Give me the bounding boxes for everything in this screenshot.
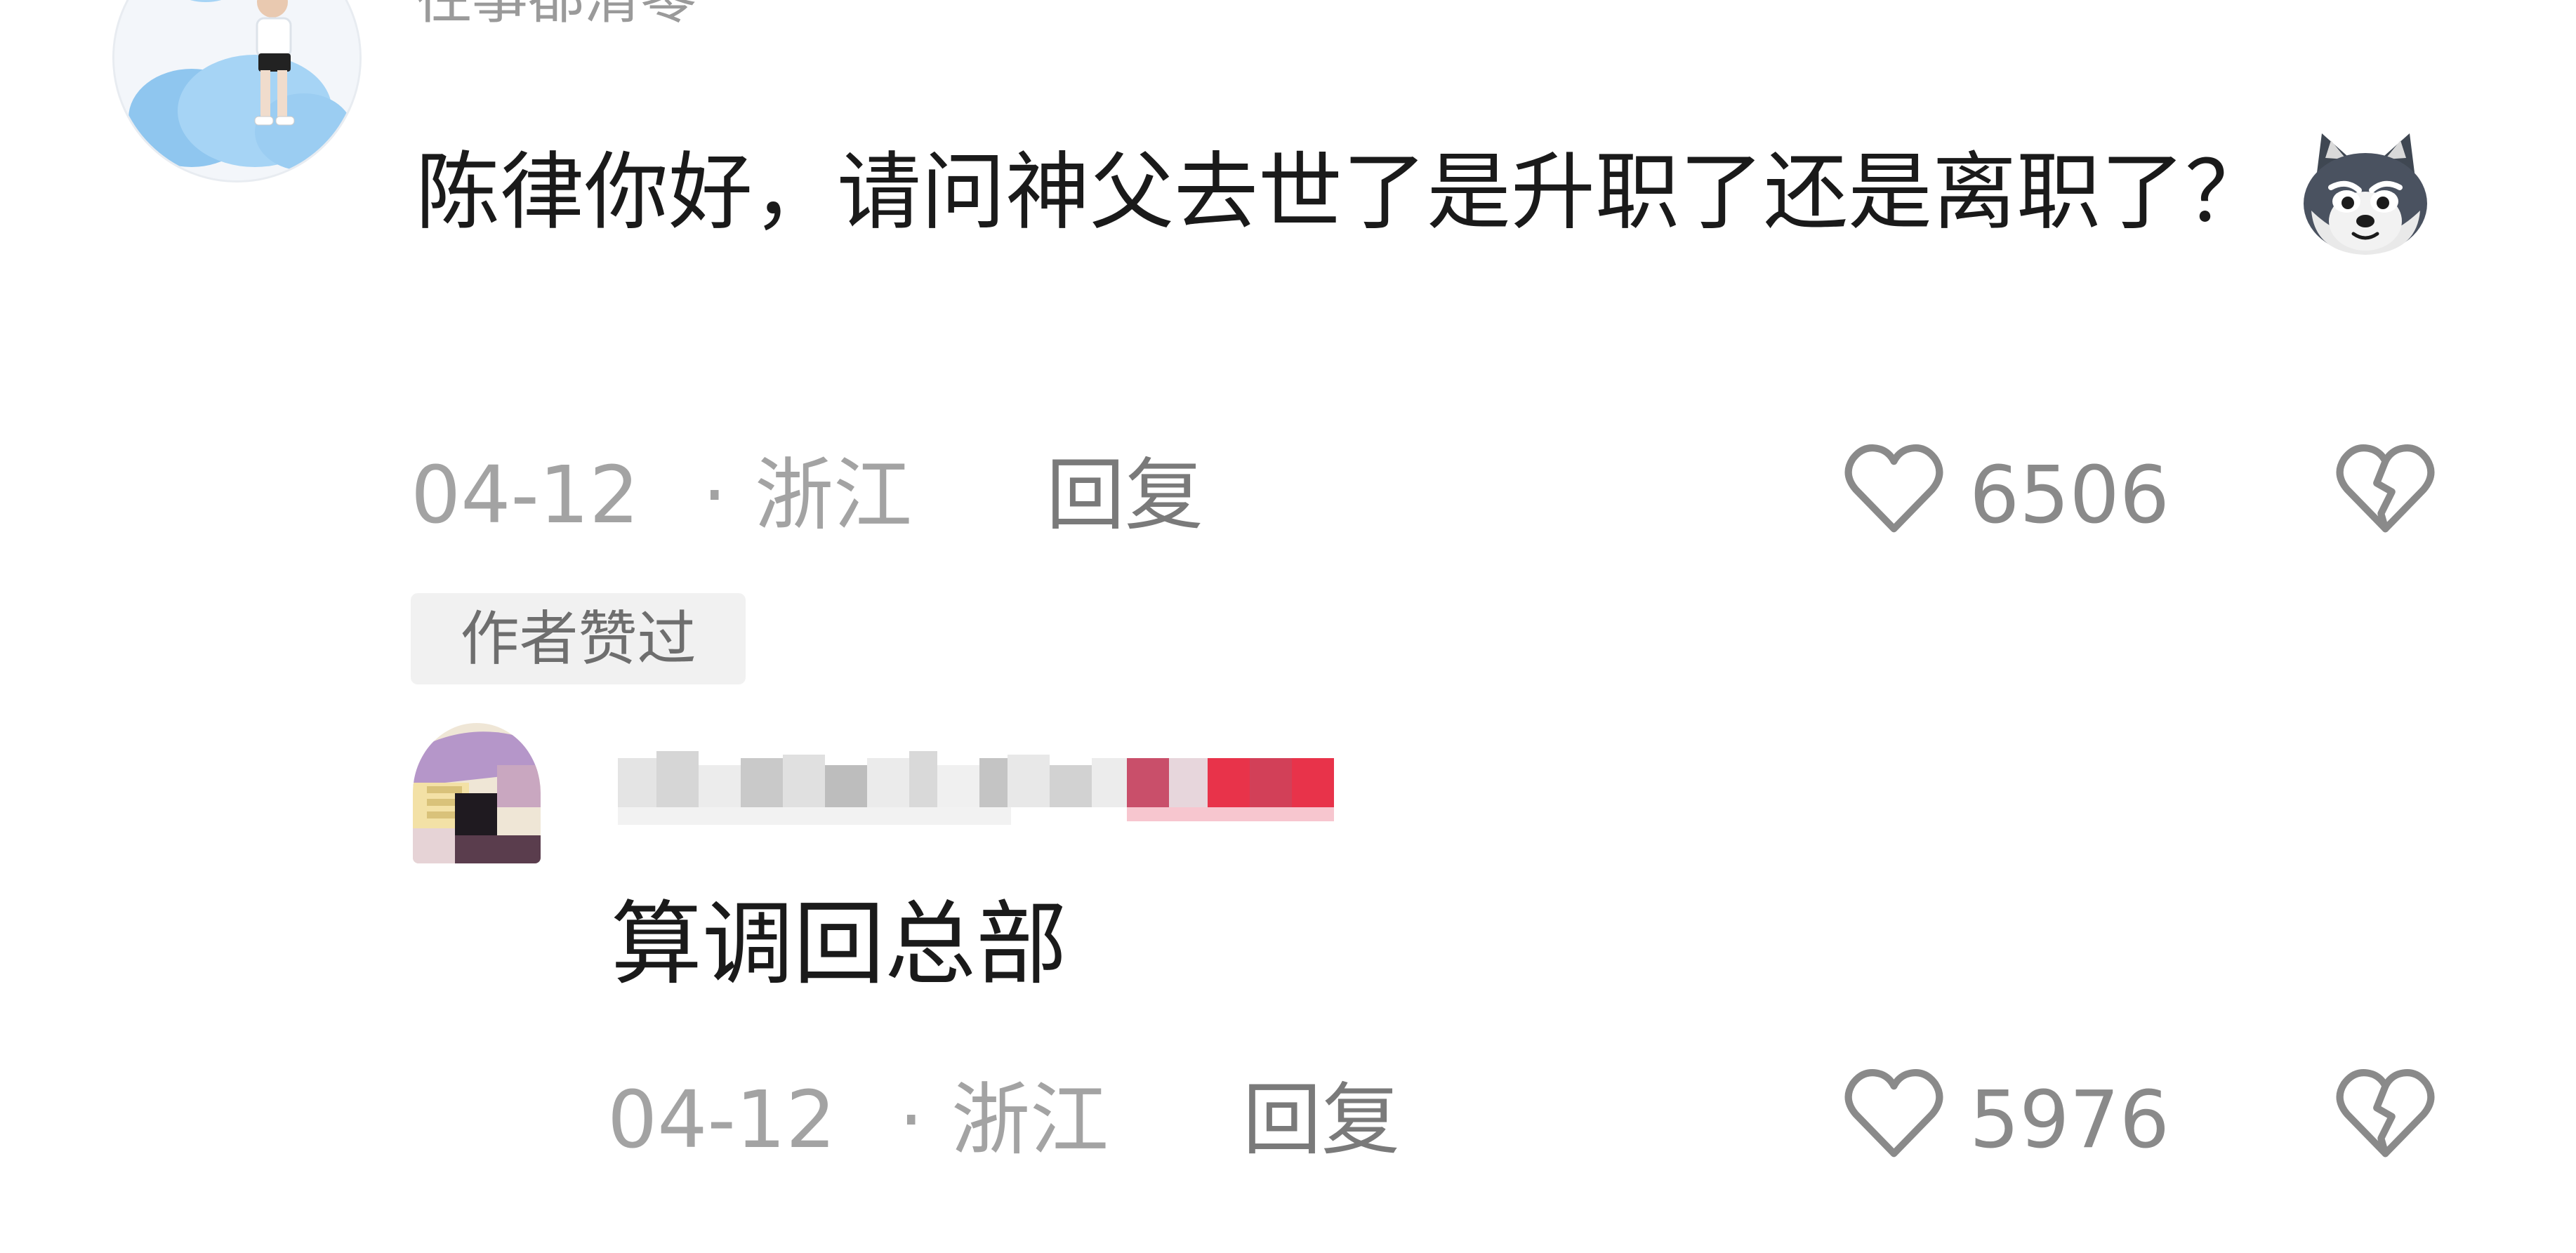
replier-avatar[interactable] <box>413 723 541 863</box>
comment-location: 浙江 <box>755 450 912 541</box>
comment-separator: · <box>702 450 727 541</box>
reply-date: 04-12 <box>607 1075 836 1166</box>
commenter-avatar[interactable] <box>112 0 362 183</box>
comment-reply-button[interactable]: 回复 <box>1046 456 1203 535</box>
husky-sticker-icon <box>2297 123 2434 260</box>
broken-heart-icon[interactable] <box>2331 1060 2440 1169</box>
broken-heart-icon[interactable] <box>2331 435 2440 544</box>
comment-body: 陈律你好，请问神父去世了是升职了还是离职了？ <box>416 144 2269 241</box>
comment-like-count: 6506 <box>1969 450 2170 541</box>
reply-like-count: 5976 <box>1969 1075 2170 1166</box>
reply-text: 算调回总部 <box>611 891 1068 997</box>
heart-outline-icon[interactable] <box>1839 435 1948 544</box>
reply-separator: · <box>899 1075 924 1166</box>
heart-outline-icon[interactable] <box>1839 1060 1948 1169</box>
author-liked-badge: 作者赞过 <box>411 593 746 684</box>
reply-location: 浙江 <box>951 1075 1109 1166</box>
commenter-name[interactable]: 往事都清零 <box>416 0 696 27</box>
comment-date: 04-12 <box>411 450 640 541</box>
comment-text: 陈律你好，请问神父去世了是升职了还是离职了？ <box>416 109 2508 277</box>
replier-name-pixelated[interactable] <box>618 737 1460 842</box>
reply-reply-button[interactable]: 回复 <box>1243 1081 1400 1160</box>
